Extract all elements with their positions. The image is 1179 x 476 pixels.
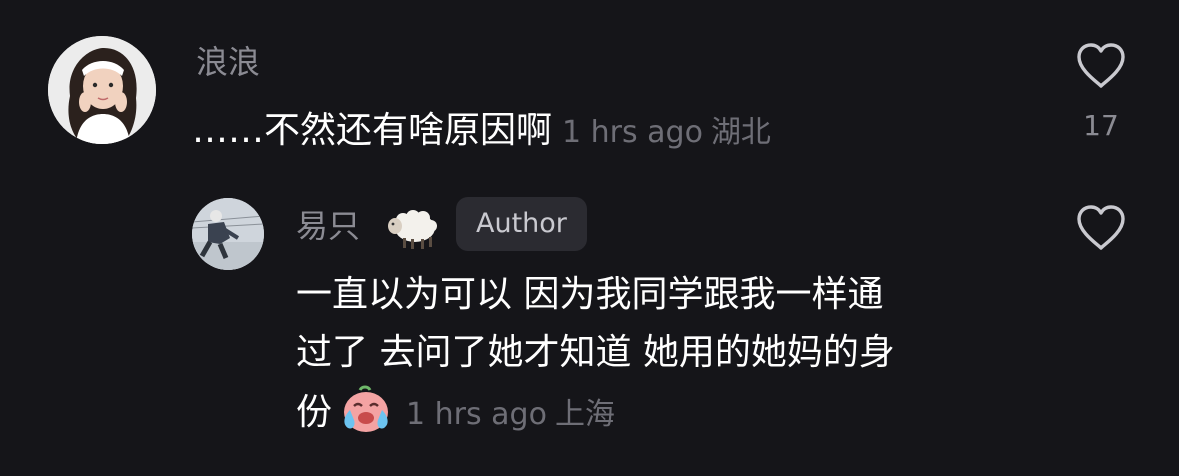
comment-item: 浪浪 ……不然还有啥原因啊 1 hrs ago 湖北 17 (0, 0, 1179, 180)
author-badge: Author (456, 197, 587, 251)
sheep-icon (388, 210, 437, 249)
reply-line-2: 过了 去问了她才知道 她用的她妈的身 (296, 332, 895, 373)
like-count: 17 (1083, 109, 1119, 142)
reply-time: 1 hrs ago (406, 397, 547, 432)
author-username[interactable]: 易只 (296, 206, 360, 246)
reply-text: 一直以为可以 因为我同学跟我一样通 过了 去问了她才知道 她用的她妈的身 份 1… (296, 266, 1016, 444)
reply-meta: 1 hrs ago 上海 (406, 397, 615, 432)
like-button[interactable] (1075, 42, 1127, 90)
reply-line-3-wrap: 份 1 hrs ago 上海 (296, 382, 1016, 444)
girl-avatar-icon (48, 36, 156, 144)
commenter-avatar[interactable] (48, 36, 156, 144)
heart-icon (1077, 205, 1125, 250)
reply-item: 易只 Author 一直以为可以 因为我同学跟我一样通 过了 去问了她才知道 她… (0, 180, 1179, 476)
commenter-username[interactable]: 浪浪 (196, 42, 260, 82)
comment-time: 1 hrs ago (562, 115, 703, 150)
reply-location: 上海 (554, 397, 615, 432)
author-avatar[interactable] (192, 198, 264, 270)
reply-like-button[interactable] (1075, 204, 1127, 252)
person-crouching-avatar-icon (192, 198, 264, 270)
comment-location: 湖北 (710, 115, 771, 150)
crying-face-icon (344, 385, 389, 432)
comment-content: ……不然还有啥原因啊 (192, 110, 553, 151)
heart-icon (1077, 43, 1125, 88)
comment-text: ……不然还有啥原因啊 1 hrs ago 湖北 (192, 102, 771, 162)
reply-line-3: 份 (296, 392, 333, 433)
comment-meta: 1 hrs ago 湖北 (562, 115, 771, 150)
reply-line-1: 一直以为可以 因为我同学跟我一样通 (296, 274, 884, 315)
